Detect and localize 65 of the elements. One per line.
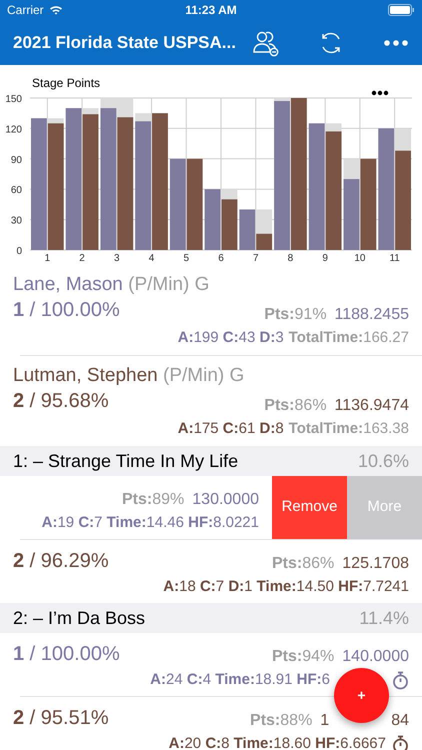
chart-title: Stage Points xyxy=(32,76,100,90)
stage-title: 2: – I’m Da Boss xyxy=(13,606,146,630)
more-icon xyxy=(384,40,408,46)
score-bar xyxy=(204,189,220,250)
points-percent: Pts:86% xyxy=(272,554,334,574)
stage-share: 11.4% xyxy=(359,606,409,630)
score-bar xyxy=(344,179,360,250)
shooter-name: Lane, Mason xyxy=(13,274,123,295)
place-percent: 1 / 100.00% xyxy=(13,642,120,667)
x-tick-label: 2 xyxy=(79,253,85,264)
division-label: (P/Min) G xyxy=(163,365,244,386)
stage-share: 10.6% xyxy=(358,450,409,472)
wifi-icon xyxy=(48,5,63,15)
score-stats: A:20 C:8 Time:18.60 HF:6.6667 xyxy=(168,734,386,750)
points-percent: Pts:91% xyxy=(264,305,327,325)
total-time: TotalTime:166.27 xyxy=(288,328,409,348)
score-stats: A:175 C:61 D:8 xyxy=(178,419,284,439)
x-tick-label: 4 xyxy=(148,253,154,264)
total-points: 1188.2455 xyxy=(334,305,409,325)
x-tick-label: 8 xyxy=(288,253,294,264)
place-percent: 2 / 95.68% xyxy=(13,389,109,414)
nav-title: 2021 Florida State USPSA... xyxy=(13,32,236,54)
score-stats: A:18 C:7 D:1 Time:14.50 HF:7.7241 xyxy=(163,577,409,597)
add-button[interactable]: + xyxy=(334,668,389,723)
stage-title: 1: – Strange Time In My Life xyxy=(13,450,238,473)
x-tick-label: 5 xyxy=(184,253,190,264)
score-bar xyxy=(222,199,238,250)
score-stats: A:199 C:43 D:3 xyxy=(178,328,284,348)
total-points: 125.1708 xyxy=(342,554,409,574)
x-tick-label: 11 xyxy=(389,253,400,264)
points-percent: Pts:94% xyxy=(272,647,334,667)
total-time: TotalTime:163.38 xyxy=(288,419,409,439)
total-points: 1 xyxy=(320,711,330,731)
x-tick-label: 6 xyxy=(218,253,224,264)
y-tick-label: 90 xyxy=(10,154,22,166)
battery-icon xyxy=(388,4,415,16)
score-stats: A:24 C:4 Time:18.91 HF:6 xyxy=(150,670,330,690)
points-percent: Pts:86% xyxy=(264,396,327,416)
x-tick-label: 1 xyxy=(44,253,50,264)
points-percent: Pts:89% xyxy=(122,490,184,510)
x-tick-label: 9 xyxy=(322,253,328,264)
place-percent: 1 / 100.00% xyxy=(13,298,120,323)
division-label: (P/Min) G xyxy=(128,274,210,295)
total-points: 140.0000 xyxy=(342,647,409,667)
total-points: 1136.9474 xyxy=(334,396,409,416)
y-tick-label: 0 xyxy=(16,246,22,257)
x-tick-label: 10 xyxy=(354,253,366,264)
points-percent: Pts:88% xyxy=(250,711,312,731)
x-tick-label: 7 xyxy=(252,253,258,264)
place-percent: 2 / 96.29% xyxy=(13,549,109,574)
clock-time: 11:23 AM xyxy=(185,2,237,19)
score-stats: A:19 C:7 Time:14.46 HF:8.0221 xyxy=(42,513,259,533)
more-icon[interactable] xyxy=(372,90,388,96)
total-points: 84 xyxy=(391,711,409,731)
more-button[interactable] xyxy=(384,40,408,46)
y-tick-label: 150 xyxy=(5,94,22,105)
swipe-action-button[interactable]: Remove xyxy=(272,476,347,539)
y-tick-label: 120 xyxy=(5,124,22,136)
y-tick-label: 30 xyxy=(10,216,22,227)
shooter-name: Lutman, Stephen xyxy=(13,365,158,386)
total-points: 130.0000 xyxy=(192,490,259,510)
y-tick-label: 60 xyxy=(10,185,22,196)
carrier-label: Carrier xyxy=(7,2,44,19)
x-tick-label: 3 xyxy=(114,253,120,264)
place-percent: 2 / 95.51% xyxy=(13,706,109,731)
